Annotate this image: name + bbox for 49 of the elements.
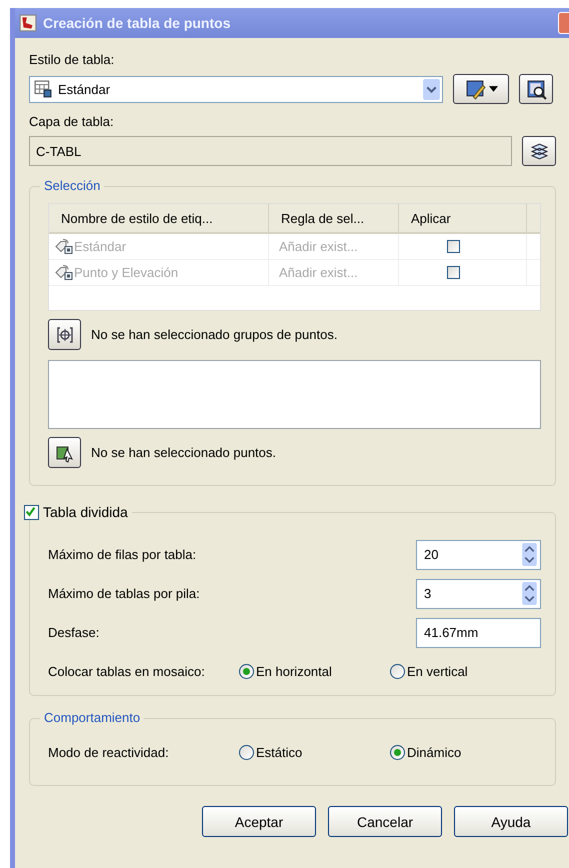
pencil-icon	[464, 78, 486, 100]
crosshair-icon	[54, 324, 74, 344]
points-list[interactable]	[48, 360, 541, 429]
table-style-dropdown[interactable]: Estándar	[29, 76, 443, 102]
label-style-icon	[55, 238, 73, 255]
close-button[interactable]	[558, 12, 569, 34]
table-icon	[34, 80, 52, 98]
status-message: No se han seleccionado grupos de puntos.	[91, 327, 338, 342]
radio-button[interactable]: Dinámico	[390, 745, 541, 760]
column-header[interactable]: Nombre de estilo de etiq...	[49, 204, 269, 232]
field-label: Estilo de tabla:	[29, 52, 116, 69]
number-spinner[interactable]: 20	[416, 540, 541, 570]
split-table-checkbox[interactable]	[24, 504, 39, 520]
dialog-button[interactable]: Ayuda	[454, 806, 568, 837]
table-cell: Añadir exist...	[269, 260, 399, 285]
column-header[interactable]: Regla de sel...	[269, 204, 399, 232]
field-label: Máximo de filas por tabla:	[48, 547, 198, 562]
field-label: Colocar tablas en mosaico:	[48, 664, 206, 679]
checkbox-label: Tabla dividida	[43, 504, 128, 520]
status-message: No se han seleccionado puntos.	[91, 445, 276, 460]
table-cell: Estándar	[74, 239, 126, 254]
field-label: Desfase:	[48, 625, 100, 640]
caret-icon	[488, 86, 498, 92]
select-points-button[interactable]	[48, 437, 81, 468]
magnifier-icon	[526, 78, 546, 100]
layers-icon	[528, 140, 550, 162]
table-cell: Punto y Elevación	[74, 265, 178, 280]
dialog-button[interactable]: Aceptar	[202, 806, 316, 837]
label-style-icon	[55, 264, 73, 281]
group-title: Comportamiento	[40, 710, 144, 725]
radio-button[interactable]: Estático	[239, 745, 390, 760]
table-cell: Añadir exist...	[269, 234, 399, 259]
layer-button[interactable]	[522, 136, 556, 166]
offset-field[interactable]: 41.67mm	[416, 618, 541, 648]
field-label: Capa de tabla:	[29, 114, 115, 131]
edit-style-button[interactable]	[453, 74, 509, 104]
number-spinner[interactable]: 3	[416, 578, 541, 608]
app-icon	[19, 14, 37, 32]
field-label: Modo de reactividad:	[48, 745, 170, 760]
column-header[interactable]: Aplicar	[399, 204, 527, 232]
select-groups-button[interactable]	[48, 319, 81, 350]
dialog-button[interactable]: Cancelar	[328, 806, 442, 837]
field-label: Máximo de tablas por pila:	[48, 586, 201, 601]
radio-button[interactable]: En vertical	[390, 664, 541, 679]
radio-button[interactable]: En horizontal	[239, 664, 390, 679]
window-title: Creación de tabla de puntos	[43, 15, 232, 31]
layer-field[interactable]: C-TABL	[29, 136, 512, 166]
group-title: Selección	[40, 178, 104, 193]
preview-button[interactable]	[519, 74, 553, 104]
